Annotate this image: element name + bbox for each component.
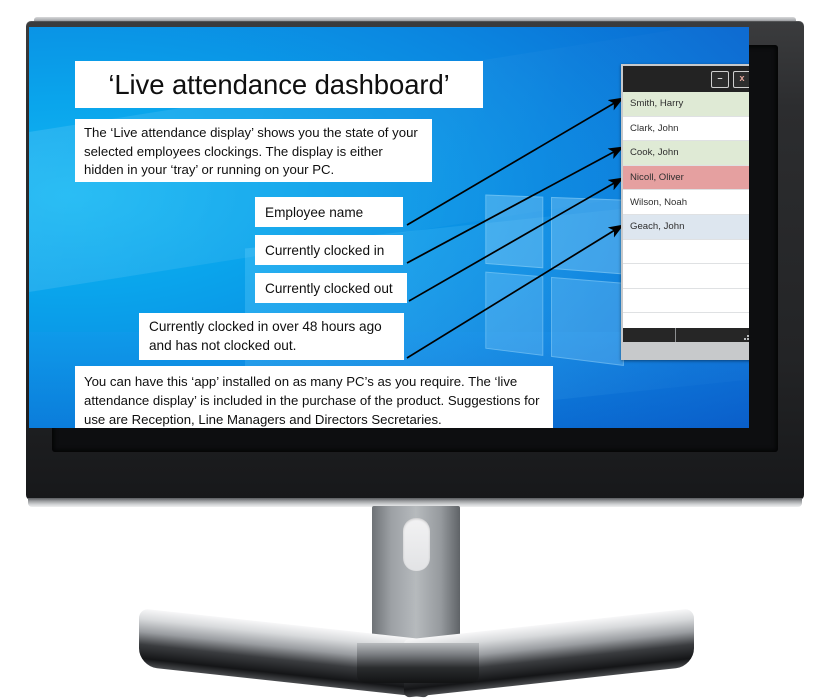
page-title: ‘Live attendance dashboard’ — [108, 68, 450, 100]
windows-logo-icon — [485, 194, 624, 366]
closing-text-box: You can have this ‘app’ installed on as … — [75, 366, 553, 428]
grip-dot — [747, 338, 749, 340]
employee-row[interactable]: Wilson, Noah — [623, 190, 749, 215]
window-titlebar[interactable]: – x — [623, 66, 749, 92]
employee-row[interactable] — [623, 288, 749, 314]
window-statusbar — [623, 328, 749, 342]
employee-row[interactable]: Smith, Harry — [623, 92, 749, 117]
windows-logo-pane — [551, 276, 624, 366]
statusbar-segment — [623, 328, 676, 342]
monitor-screen: ‘Live attendance dashboard’ The ‘Live at… — [29, 27, 749, 428]
monitor-base-center — [357, 643, 479, 683]
employee-row[interactable] — [623, 313, 749, 328]
employee-row[interactable] — [623, 239, 749, 265]
close-button[interactable]: x — [733, 70, 749, 88]
monitor-stand-cable-slot — [403, 518, 430, 571]
resize-grip-icon[interactable] — [744, 332, 749, 341]
callout-employee-name: Employee name — [255, 197, 403, 227]
employee-row[interactable]: Cook, John — [623, 141, 749, 166]
callout-clocked-in-over-48-hours: Currently clocked in over 48 hours ago a… — [139, 313, 404, 360]
monitor-stand-base — [139, 608, 694, 698]
windows-logo-pane — [485, 194, 544, 269]
employee-row[interactable]: Clark, John — [623, 116, 749, 142]
live-attendance-display-window[interactable]: – x Smith, Harry Clark, John Cook, John Nic… — [621, 64, 749, 360]
employee-name-label: Nicoll, Oliver — [630, 172, 684, 184]
employee-name-label: Smith, Harry — [630, 98, 684, 110]
employee-name-label: Clark, John — [630, 122, 679, 134]
grip-dot — [747, 335, 749, 337]
minimize-button[interactable]: – — [711, 70, 729, 88]
grip-dot — [744, 338, 746, 340]
employee-row[interactable]: Geach, John — [623, 214, 749, 240]
employee-name-label: Geach, John — [630, 221, 685, 233]
windows-logo-pane — [551, 196, 624, 275]
slide-title-box: ‘Live attendance dashboard’ — [75, 61, 483, 108]
callout-currently-clocked-in: Currently clocked in — [255, 235, 403, 265]
callout-currently-clocked-out: Currently clocked out — [255, 273, 407, 303]
employee-row[interactable] — [623, 264, 749, 289]
employee-name-label: Cook, John — [630, 147, 679, 159]
employee-row[interactable]: Nicoll, Oliver — [623, 165, 749, 191]
employee-name-label: Wilson, Noah — [630, 196, 688, 208]
employee-list[interactable]: Smith, Harry Clark, John Cook, John Nicoll,… — [623, 92, 749, 328]
intro-text-box: The ‘Live attendance display’ shows you … — [75, 119, 432, 182]
windows-logo-pane — [485, 271, 544, 356]
